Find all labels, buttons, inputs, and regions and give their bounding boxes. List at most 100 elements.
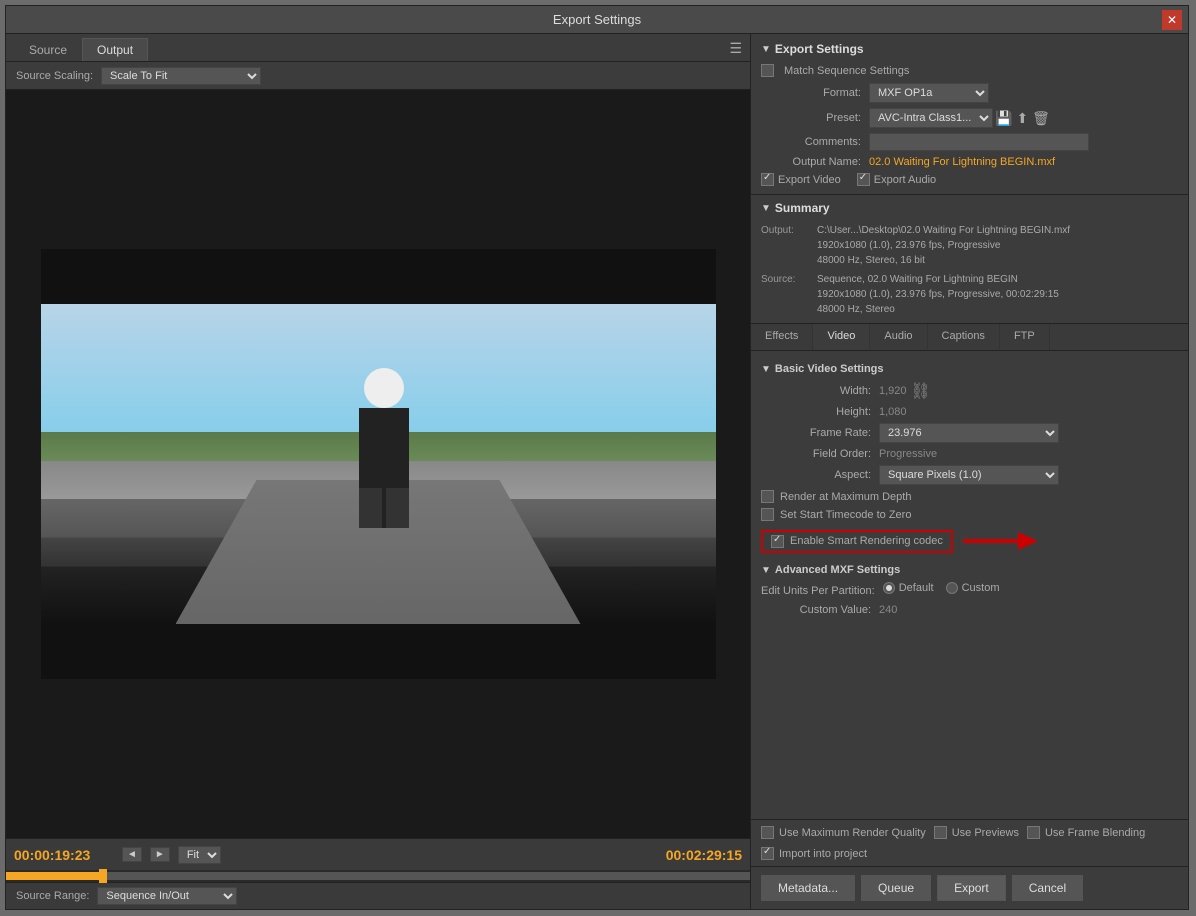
adv-mxf-triangle[interactable]: ▼ — [761, 565, 771, 576]
custom-radio[interactable] — [946, 582, 958, 594]
use-max-render-quality-label: Use Maximum Render Quality — [779, 827, 926, 839]
render-max-depth-checkbox[interactable] — [761, 490, 774, 503]
custom-value-row: Custom Value: 240 — [761, 604, 1178, 616]
format-select[interactable]: MXF OP1a — [869, 83, 989, 103]
use-previews-checkbox[interactable] — [934, 826, 947, 839]
field-order-row: Field Order: Progressive — [761, 448, 1178, 460]
bottom-checks: Use Maximum Render Quality Use Previews … — [751, 819, 1188, 866]
use-previews-item: Use Previews — [934, 826, 1019, 839]
height-value: 1,080 — [879, 406, 907, 418]
height-row: Height: 1,080 — [761, 406, 1178, 418]
start-timecode-checkbox[interactable] — [761, 508, 774, 521]
default-radio-item: Default — [883, 582, 934, 594]
use-max-render-quality-item: Use Maximum Render Quality — [761, 826, 926, 839]
prev-frame-btn[interactable]: ◄ — [122, 847, 142, 862]
next-frame-btn[interactable]: ► — [150, 847, 170, 862]
tab-audio[interactable]: Audio — [870, 324, 927, 350]
scrubber-area[interactable] — [6, 870, 750, 882]
figure-head — [364, 368, 404, 408]
comments-input[interactable] — [869, 133, 1089, 151]
width-row: Width: 1,920 ⛓ — [761, 381, 1178, 401]
tab-effects[interactable]: Effects — [751, 324, 813, 350]
aspect-row: Aspect: Square Pixels (1.0) — [761, 465, 1178, 485]
close-button[interactable]: ✕ — [1162, 10, 1182, 30]
dialog-title: Export Settings — [553, 12, 641, 27]
source-scaling-label: Source Scaling: — [16, 70, 93, 82]
tab-source[interactable]: Source — [14, 38, 82, 61]
summary-output-row: Output: C:\User...\Desktop\02.0 Waiting … — [761, 223, 1178, 268]
preview-area — [6, 90, 750, 838]
advanced-mxf-header: ▼ Advanced MXF Settings — [761, 564, 1178, 576]
preset-select[interactable]: AVC-Intra Class1... — [869, 108, 993, 128]
tab-output[interactable]: Output — [82, 38, 148, 61]
red-arrow-svg — [963, 526, 1043, 556]
metadata-button[interactable]: Metadata... — [761, 875, 855, 901]
basic-video-triangle[interactable]: ▼ — [761, 364, 771, 375]
width-value: 1,920 — [879, 385, 907, 397]
field-order-value: Progressive — [879, 448, 937, 460]
summary-header: ▼ Summary — [761, 201, 1178, 215]
use-frame-blending-checkbox[interactable] — [1027, 826, 1040, 839]
cancel-button[interactable]: Cancel — [1012, 875, 1083, 901]
preset-save-btn[interactable]: 💾 — [993, 110, 1014, 127]
edit-units-label: Edit Units Per Partition: — [761, 585, 875, 597]
format-row: Format: MXF OP1a — [761, 83, 1178, 103]
timeline-controls: 00:00:19:23 ◄ ► Fit 00:02:29:15 — [6, 838, 750, 870]
source-range-select[interactable]: Sequence In/Out — [97, 887, 237, 905]
figure — [344, 368, 424, 528]
export-section-header: ▼ Export Settings — [761, 42, 1178, 56]
import-into-project-label: Import into project — [779, 848, 867, 860]
tab-video[interactable]: Video — [813, 324, 870, 350]
scrubber-progress — [6, 872, 103, 880]
figure-leg-left — [359, 488, 382, 528]
use-frame-blending-item: Use Frame Blending — [1027, 826, 1145, 839]
figure-legs — [359, 488, 409, 528]
import-into-project-checkbox[interactable] — [761, 847, 774, 860]
timecode-end: 00:02:29:15 — [666, 847, 742, 863]
figure-leg-right — [386, 488, 409, 528]
frame-rate-select[interactable]: 23.976 — [879, 423, 1059, 443]
tab-menu-icon[interactable]: ☰ — [729, 40, 742, 57]
summary-content: Output: C:\User...\Desktop\02.0 Waiting … — [761, 223, 1178, 317]
comments-label: Comments: — [761, 136, 861, 148]
link-icon: ⛓ — [911, 381, 931, 401]
scrubber-thumb[interactable] — [99, 869, 107, 883]
preset-delete-btn[interactable]: 🗑 — [1030, 110, 1052, 127]
output-name-link[interactable]: 02.0 Waiting For Lightning BEGIN.mxf — [869, 156, 1055, 168]
queue-button[interactable]: Queue — [861, 875, 931, 901]
export-audio-checkbox[interactable] — [857, 173, 870, 186]
match-seq-row: Match Sequence Settings — [761, 64, 1178, 77]
smart-render-container: Enable Smart Rendering codec — [761, 530, 953, 553]
summary-source-value: Sequence, 02.0 Waiting For Lightning BEG… — [817, 272, 1059, 317]
aspect-label: Aspect: — [761, 469, 871, 481]
export-video-checkbox[interactable] — [761, 173, 774, 186]
collapse-triangle[interactable]: ▼ — [761, 44, 771, 55]
custom-value: 240 — [879, 604, 897, 616]
match-seq-label: Match Sequence Settings — [784, 65, 909, 77]
export-button[interactable]: Export — [937, 875, 1006, 901]
default-radio[interactable] — [883, 582, 895, 594]
preset-import-btn[interactable]: ⬆ — [1014, 110, 1030, 127]
match-seq-checkbox[interactable] — [761, 64, 774, 77]
preset-label: Preset: — [761, 112, 861, 124]
smart-render-row: Enable Smart Rendering codec — [761, 526, 1178, 556]
scrubber-bar[interactable] — [6, 872, 750, 880]
summary-collapse-triangle[interactable]: ▼ — [761, 203, 771, 214]
basic-video-title: Basic Video Settings — [775, 363, 884, 375]
edit-units-row: Edit Units Per Partition: Default Custom — [761, 582, 1178, 599]
panel-tabs: Effects Video Audio Captions FTP — [751, 324, 1188, 351]
use-max-render-quality-checkbox[interactable] — [761, 826, 774, 839]
smart-render-checkbox[interactable] — [771, 535, 784, 548]
figure-body — [359, 408, 409, 488]
tab-captions[interactable]: Captions — [928, 324, 1000, 350]
source-range-bar: Source Range: Sequence In/Out — [6, 882, 750, 909]
right-panel: ▼ Export Settings Match Sequence Setting… — [751, 34, 1188, 909]
width-label: Width: — [761, 385, 871, 397]
export-settings-section: ▼ Export Settings Match Sequence Setting… — [751, 34, 1188, 195]
use-frame-blending-label: Use Frame Blending — [1045, 827, 1145, 839]
tab-ftp[interactable]: FTP — [1000, 324, 1050, 350]
aspect-select[interactable]: Square Pixels (1.0) — [879, 465, 1059, 485]
fit-select[interactable]: Fit — [178, 846, 221, 864]
output-name-row: Output Name: 02.0 Waiting For Lightning … — [761, 156, 1178, 168]
source-scaling-select[interactable]: Scale To Fit — [101, 67, 261, 85]
